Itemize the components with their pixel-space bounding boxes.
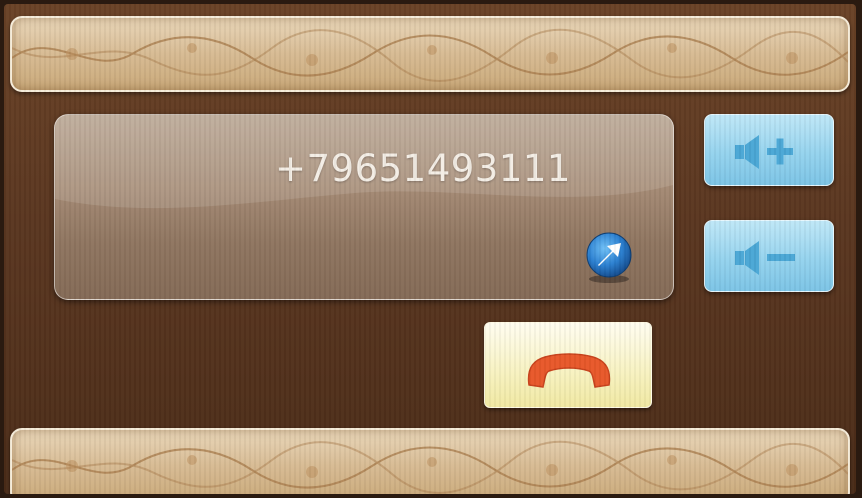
floral-ornament	[12, 440, 848, 494]
volume-down-button[interactable]	[704, 220, 834, 292]
top-ornament-bar	[10, 16, 850, 92]
arrow-up-right-icon	[586, 232, 632, 283]
call-info-panel: +79651493111	[54, 114, 674, 300]
bottom-ornament-bar	[10, 428, 850, 494]
transfer-button[interactable]	[581, 229, 637, 285]
speaker-minus-icon	[735, 241, 795, 275]
call-screen: +79651493111	[4, 4, 856, 494]
hang-up-button[interactable]	[484, 322, 652, 408]
floral-ornament	[12, 28, 848, 82]
phone-hangup-icon	[527, 353, 611, 388]
speaker-plus-icon	[735, 135, 793, 169]
phone-number: +79651493111	[275, 147, 571, 190]
volume-up-button[interactable]	[704, 114, 834, 186]
